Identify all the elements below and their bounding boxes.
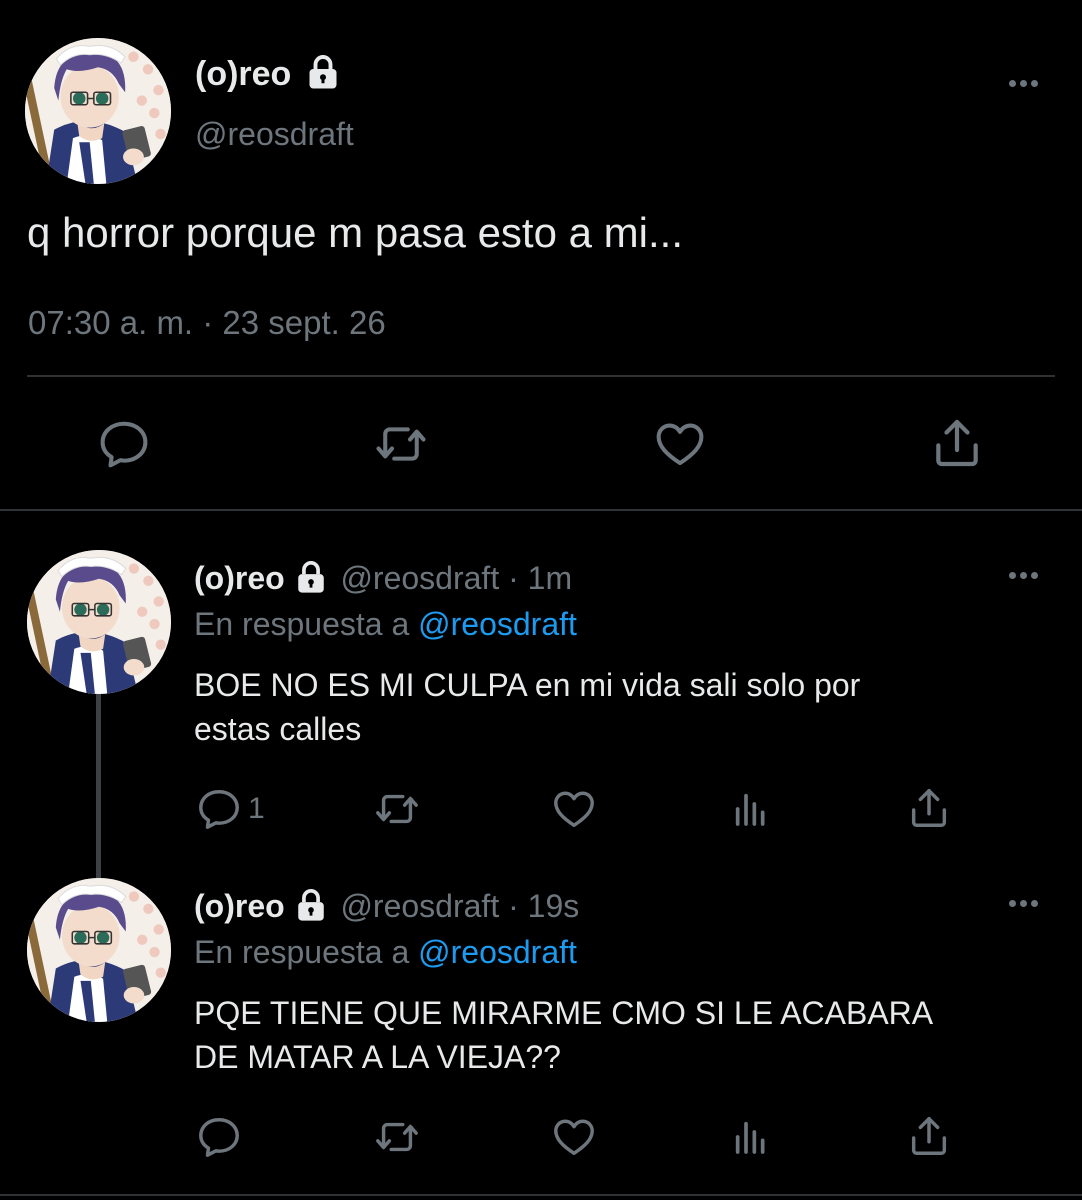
reply-context: En respuesta a @reosdraft [194, 932, 577, 972]
reply-icon[interactable]: 1 [196, 786, 265, 832]
reply-text-line-1: PQE TIENE QUE MIRARME CMO SI LE ACABARA [194, 995, 934, 1031]
retweet-icon[interactable] [372, 1114, 422, 1160]
reply-prefix: En respuesta a [194, 934, 410, 970]
reply-prefix: En respuesta a [194, 606, 410, 642]
share-icon[interactable] [906, 784, 952, 832]
retweet-icon[interactable] [372, 417, 430, 471]
like-icon[interactable] [652, 417, 708, 471]
reply-header: (o)reo @reosdraft · 1m [194, 558, 572, 598]
share-icon[interactable] [929, 415, 985, 471]
reply-text-line-1: BOE NO ES MI CULPA en mi vida sali solo … [194, 667, 861, 703]
reply-count: 1 [248, 792, 265, 825]
divider [27, 375, 1055, 377]
stats-icon[interactable] [731, 788, 771, 830]
reply-text-line-2: estas calles [194, 711, 362, 747]
main-tweet-handle[interactable]: @reosdraft [195, 114, 354, 154]
more-options-icon[interactable] [1001, 565, 1045, 585]
display-name-text[interactable]: (o)reo [195, 55, 291, 93]
mention-link[interactable]: @reosdraft [418, 606, 577, 642]
lock-icon [294, 888, 328, 922]
reply-avatar[interactable] [27, 550, 171, 694]
reply-text-line-2: DE MATAR A LA VIEJA?? [194, 1039, 561, 1075]
like-icon[interactable] [550, 1114, 598, 1160]
lock-icon [305, 54, 341, 90]
like-icon[interactable] [550, 786, 598, 832]
main-tweet-avatar[interactable] [25, 38, 171, 184]
reply-display-name[interactable]: (o)reo [194, 560, 285, 596]
reply-avatar[interactable] [27, 878, 171, 1022]
mention-link[interactable]: @reosdraft [418, 934, 577, 970]
thread-line [96, 694, 101, 878]
reply-icon[interactable] [196, 1114, 242, 1160]
reply-header: (o)reo @reosdraft · 19s [194, 886, 579, 926]
main-tweet-display-name[interactable]: (o)reo [195, 54, 341, 94]
main-tweet-text: q horror porque m pasa esto a mi... [27, 209, 683, 256]
more-options-icon[interactable] [1001, 73, 1045, 93]
bottom-divider [0, 1194, 1082, 1196]
more-options-icon[interactable] [1001, 893, 1045, 913]
section-divider [0, 509, 1082, 511]
reply-context: En respuesta a @reosdraft [194, 604, 577, 644]
share-icon[interactable] [906, 1112, 952, 1160]
retweet-icon[interactable] [372, 786, 422, 832]
reply-handle-time[interactable]: @reosdraft · 1m [340, 560, 572, 596]
reply-display-name[interactable]: (o)reo [194, 888, 285, 924]
main-tweet-timestamp[interactable]: 07:30 a. m. · 23 sept. 26 [28, 302, 386, 344]
lock-icon [294, 560, 328, 594]
stats-icon[interactable] [731, 1116, 771, 1158]
reply-handle-time[interactable]: @reosdraft · 19s [340, 888, 579, 924]
reply-icon[interactable] [97, 417, 151, 471]
